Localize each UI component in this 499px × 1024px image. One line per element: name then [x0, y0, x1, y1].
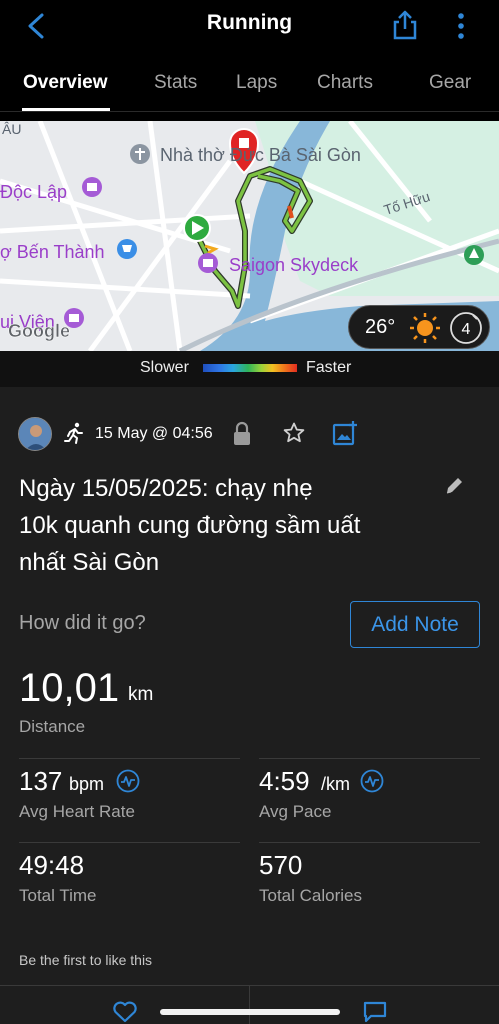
weather-badge: 26° 4 — [348, 305, 490, 349]
divider — [19, 842, 240, 843]
total-calories-value: 570 — [259, 850, 303, 880]
tab-stats[interactable]: Stats — [154, 72, 197, 94]
map-label-au: ÂU — [2, 121, 22, 137]
tab-overview[interactable]: Overview — [23, 72, 108, 94]
pace-label: Avg Pace — [259, 802, 332, 821]
total-time-value: 49:48 — [19, 850, 85, 880]
like-heart-icon[interactable] — [112, 1001, 138, 1023]
sun-icon — [410, 313, 440, 343]
distance-label: Distance — [19, 717, 86, 736]
heart-rate-chart-icon[interactable] — [116, 769, 140, 793]
distance-unit: km — [128, 684, 154, 705]
pace-unit: /km — [321, 774, 350, 794]
share-icon[interactable] — [390, 9, 420, 41]
pace-legend: Slower Faster — [0, 351, 499, 387]
map-label-cathedral: Nhà thờ Đức Bà Sài Gòn — [160, 145, 361, 165]
activity-date: 15 May @ 04:56 — [95, 425, 213, 442]
activity-title-line: nhất Sài Gòn — [19, 549, 160, 576]
likes-text: Be the first to like this — [19, 952, 153, 968]
comment-icon[interactable] — [362, 1001, 388, 1023]
page-title: Running — [206, 11, 293, 34]
total-calories-label: Total Calories — [259, 886, 362, 905]
divider — [19, 758, 240, 759]
more-options-icon[interactable] — [450, 11, 472, 41]
activity-title-line: 10k quanh cung đường sầm uất — [19, 512, 361, 539]
tab-laps[interactable]: Laps — [236, 72, 277, 94]
activity-title[interactable]: Ngày 15/05/2025: chạy nhẹ 10k quanh cung… — [19, 470, 429, 581]
pace-chart-icon[interactable] — [360, 769, 384, 793]
heart-rate-value: 137 — [19, 766, 63, 796]
total-time-label: Total Time — [19, 886, 97, 905]
wind-direction-icon: 4 — [450, 312, 482, 344]
star-icon[interactable] — [282, 421, 306, 445]
distance-value: 10,01 — [19, 666, 120, 710]
divider — [249, 985, 250, 1024]
add-note-button[interactable]: Add Note — [350, 601, 480, 648]
avatar[interactable] — [18, 417, 52, 451]
pace-gradient-bar — [203, 364, 297, 372]
how-did-it-go-prompt: How did it go? — [19, 612, 146, 634]
pace-value: 4:59 — [259, 766, 310, 796]
heart-rate-label: Avg Heart Rate — [19, 802, 135, 821]
lock-icon[interactable] — [231, 421, 253, 447]
temperature: 26° — [365, 316, 396, 338]
activity-title-line: Ngày 15/05/2025: chạy nhẹ — [19, 475, 313, 502]
divider — [259, 758, 480, 759]
add-photo-icon[interactable] — [332, 420, 358, 446]
tab-gear[interactable]: Gear — [429, 72, 471, 94]
wind-speed: 4 — [462, 321, 471, 338]
edit-pencil-icon[interactable] — [444, 476, 464, 496]
map-label-skydeck: Saigon Skydeck — [229, 255, 359, 275]
map-label-doc-lap: Độc Lập — [0, 182, 68, 202]
tab-bar: Overview Stats Laps Charts Gear — [0, 52, 499, 112]
tab-charts[interactable]: Charts — [317, 72, 373, 94]
active-tab-indicator — [22, 108, 110, 111]
map-label-ben-thanh: ợ Bến Thành — [0, 242, 105, 262]
home-indicator — [160, 1009, 340, 1015]
divider — [259, 842, 480, 843]
running-icon — [64, 422, 83, 444]
legend-faster: Faster — [306, 359, 352, 376]
legend-slower: Slower — [140, 359, 189, 376]
top-bar: Running — [0, 0, 499, 52]
google-logo: Google — [8, 321, 71, 342]
heart-rate-unit: bpm — [69, 774, 105, 794]
